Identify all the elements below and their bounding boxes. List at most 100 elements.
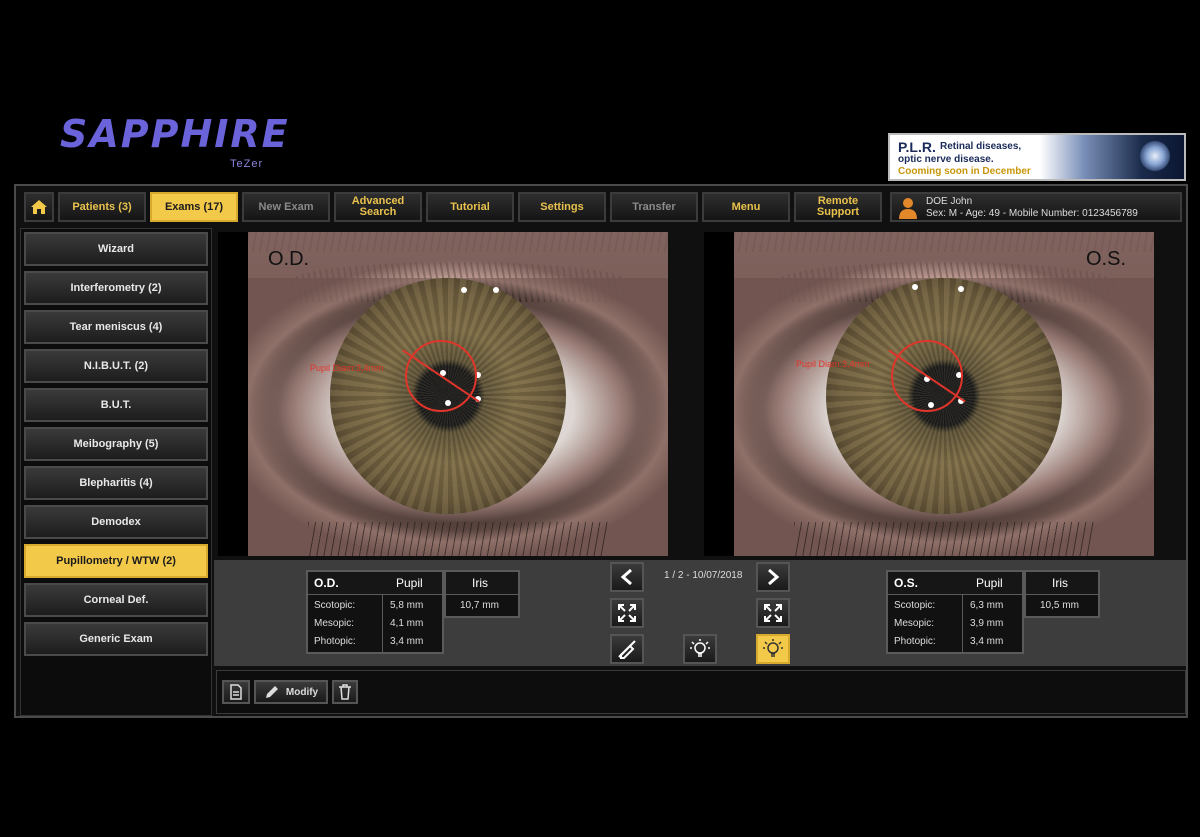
pencil-icon [265, 686, 278, 698]
os-iris-table: Iris 10,5 mm [1024, 570, 1100, 618]
nav-patients[interactable]: Patients (3) [58, 192, 146, 222]
patient-info: DOE John Sex: M - Age: 49 - Mobile Numbe… [890, 192, 1182, 222]
glint [493, 287, 499, 293]
patient-details: Sex: M - Age: 49 - Mobile Number: 012345… [926, 208, 1138, 219]
next-exam-button[interactable] [756, 562, 790, 592]
od-pupil-table: O.D. Pupil Scotopic: 5,8 mm Mesopic: 4,1… [306, 570, 444, 654]
od-scotopic-label: Scotopic: [314, 600, 356, 611]
eye-photo-os: Pupil Diam:3,4mm [734, 232, 1154, 556]
expand-icon [764, 604, 782, 622]
os-pupil-table: O.S. Pupil Scotopic: 6,3 mm Mesopic: 3,9… [886, 570, 1024, 654]
patient-name: DOE John [926, 196, 973, 207]
od-iris-header-label: Iris [472, 576, 488, 590]
light-on-button[interactable] [756, 634, 790, 664]
lightbulb-icon [690, 639, 710, 657]
patient-avatar-icon [899, 198, 917, 219]
expand-icon [618, 604, 636, 622]
bottom-toolbar [216, 670, 1186, 714]
nav-tutorial[interactable]: Tutorial [426, 192, 514, 222]
sidebar-item-pupillometry[interactable]: Pupillometry / WTW (2) [24, 544, 208, 578]
sidebar-item-meibography[interactable]: Meibography (5) [24, 427, 208, 461]
home-button[interactable] [24, 192, 54, 222]
pupil-diam-label: Pupil Diam:3,4mm [310, 363, 384, 373]
nav-advanced-search[interactable]: Advanced Search [334, 192, 422, 222]
eye-tag-os: O.S. [1086, 248, 1127, 270]
eye-image-os[interactable]: Pupil Diam:3,4mm O.S. [704, 232, 1154, 556]
nav-menu[interactable]: Menu [702, 192, 790, 222]
divider [382, 594, 383, 652]
pupil-diam-label: Pupil Diam:3,4mm [796, 359, 870, 369]
trash-icon [339, 684, 351, 700]
modify-button[interactable]: Modify [254, 680, 328, 704]
chevron-left-icon [620, 568, 632, 586]
sidebar-item-wizard[interactable]: Wizard [24, 232, 208, 266]
eye-image-od[interactable]: Pupil Diam:3,4mm O.D. [218, 232, 668, 556]
measure-tool-button[interactable] [610, 634, 644, 664]
logo-subtext: TeZer [230, 158, 264, 170]
glint [912, 284, 918, 290]
nav-new-exam[interactable]: New Exam [242, 192, 330, 222]
sidebar-item-generic-exam[interactable]: Generic Exam [24, 622, 208, 656]
sidebar-item-blepharitis[interactable]: Blepharitis (4) [24, 466, 208, 500]
banner-line-3: Cooming soon in December [898, 166, 1031, 177]
divider [962, 594, 963, 652]
os-table-header: O.S. Pupil [888, 572, 1022, 595]
sidebar-item-corneal-def[interactable]: Corneal Def. [24, 583, 208, 617]
od-photopic-label: Photopic: [314, 636, 356, 647]
os-mesopic-label: Mesopic: [894, 618, 935, 629]
lightbulb-icon [763, 639, 783, 657]
home-icon [31, 200, 47, 214]
os-iris-header: Iris [1026, 572, 1098, 595]
sidebar-item-demodex[interactable]: Demodex [24, 505, 208, 539]
modify-label: Modify [285, 686, 319, 698]
report-button[interactable] [222, 680, 250, 704]
banner-line-1: Retinal diseases, [940, 141, 1022, 152]
banner-eye-icon [1140, 141, 1170, 171]
os-photopic-value: 3,4 mm [970, 636, 1004, 647]
document-icon [230, 684, 242, 700]
eye-tag-od: O.D. [268, 248, 310, 270]
sidebar-item-tear-meniscus[interactable]: Tear meniscus (4) [24, 310, 208, 344]
od-table-pupil-header: Pupil [396, 576, 423, 590]
glint [461, 287, 467, 293]
expand-od-button[interactable] [610, 598, 644, 628]
od-iris-value: 10,7 mm [460, 600, 499, 611]
light-off-button[interactable] [683, 634, 717, 664]
os-table-eye: O.S. [894, 576, 919, 590]
od-table-eye: O.D. [314, 576, 339, 590]
os-photopic-label: Photopic: [894, 636, 936, 647]
banner-line-2: optic nerve disease. [898, 154, 994, 165]
sapphire-logo: SAPPHIRE TeZer [60, 112, 300, 174]
os-iris-header-label: Iris [1052, 576, 1068, 590]
os-iris-value: 10,5 mm [1040, 600, 1079, 611]
nav-remote-support[interactable]: Remote Support [794, 192, 882, 222]
nav-exams[interactable]: Exams (17) [150, 192, 238, 222]
nav-transfer[interactable]: Transfer [610, 192, 698, 222]
lower-lashes [308, 522, 608, 556]
sidebar-item-interferometry[interactable]: Interferometry (2) [24, 271, 208, 305]
os-scotopic-label: Scotopic: [894, 600, 936, 611]
lower-lashes [794, 522, 1094, 556]
banner-title: P.L.R. [898, 139, 936, 155]
prev-exam-button[interactable] [610, 562, 644, 592]
logo-text: SAPPHIRE [60, 112, 290, 156]
delete-button[interactable] [332, 680, 358, 704]
od-photopic-value: 3,4 mm [390, 636, 424, 647]
od-table-header: O.D. Pupil [308, 572, 442, 595]
expand-os-button[interactable] [756, 598, 790, 628]
nav-settings[interactable]: Settings [518, 192, 606, 222]
eye-photo-od: Pupil Diam:3,4mm [248, 232, 668, 556]
os-mesopic-value: 3,9 mm [970, 618, 1004, 629]
od-mesopic-value: 4,1 mm [390, 618, 424, 629]
os-scotopic-value: 6,3 mm [970, 600, 1004, 611]
measure-pen-icon [618, 640, 636, 659]
plr-banner[interactable]: P.L.R. Retinal diseases, optic nerve dis… [888, 133, 1186, 181]
os-table-pupil-header: Pupil [976, 576, 1003, 590]
sidebar-item-nibut[interactable]: N.I.B.U.T. (2) [24, 349, 208, 383]
od-mesopic-label: Mesopic: [314, 618, 355, 629]
chevron-right-icon [768, 568, 780, 586]
sidebar-item-but[interactable]: B.U.T. [24, 388, 208, 422]
glint [958, 286, 964, 292]
od-scotopic-value: 5,8 mm [390, 600, 424, 611]
od-iris-table: Iris 10,7 mm [444, 570, 520, 618]
